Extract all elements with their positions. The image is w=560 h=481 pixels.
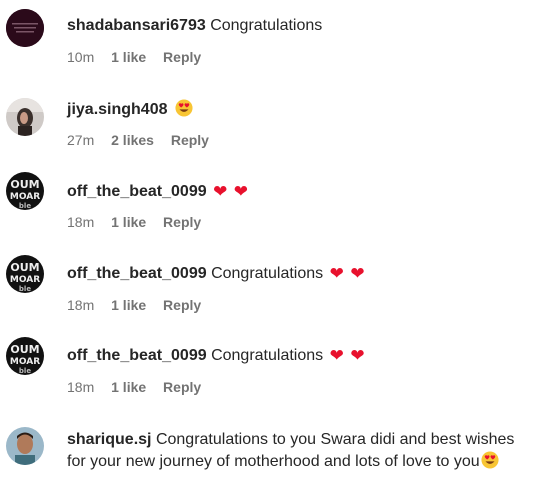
svg-text:MOAR: MOAR [10, 275, 40, 285]
comment-time: 10m [67, 49, 95, 65]
comment-username[interactable]: off_the_beat_0099 [67, 347, 207, 364]
avatar[interactable]: OUM MOAR ble [6, 337, 44, 375]
svg-text:MOAR: MOAR [10, 192, 40, 202]
comment-meta: 18m 1 like Reply [67, 379, 214, 395]
heart-eyes-emoji-icon [175, 99, 193, 117]
avatar[interactable] [6, 9, 44, 47]
avatar[interactable] [6, 98, 44, 136]
comment-time: 18m [67, 214, 95, 230]
comment-likes[interactable]: 1 like [111, 297, 146, 313]
avatar[interactable] [6, 427, 44, 465]
avatar[interactable]: OUM MOAR ble [6, 255, 44, 293]
comment-username[interactable]: jiya.singh408 [67, 101, 168, 118]
svg-text:ble: ble [19, 202, 31, 210]
comment-username[interactable]: sharique.sj [67, 431, 151, 448]
reply-button[interactable]: Reply [163, 214, 201, 230]
svg-text:ble: ble [19, 285, 31, 293]
comment-body: jiya.singh408 [67, 99, 193, 121]
comment-username[interactable]: off_the_beat_0099 [67, 183, 207, 200]
bw-logo-avatar-icon: OUM MOAR ble [6, 337, 44, 375]
reply-button[interactable]: Reply [163, 379, 201, 395]
comment-text: Congratulations [210, 17, 323, 34]
comment-text: Congratulations [211, 347, 324, 364]
red-heart-icon: ❤ [213, 182, 228, 201]
comment-meta: 18m 1 like Reply [67, 297, 214, 313]
svg-text:OUM: OUM [10, 343, 39, 356]
reply-button[interactable]: Reply [163, 297, 201, 313]
red-heart-icon: ❤ [329, 264, 344, 283]
comment-likes[interactable]: 2 likes [111, 132, 154, 148]
comment-body: off_the_beat_0099 Congratulations ❤ ❤ [67, 263, 365, 285]
comment-text-line-2: for your new journey of motherhood and l… [67, 453, 480, 470]
svg-text:MOAR: MOAR [10, 357, 40, 367]
comment-text-line-1: Congratulations to you Swara didi and be… [155, 431, 515, 448]
photo-avatar-icon [6, 427, 44, 465]
comment-likes[interactable]: 1 like [111, 49, 146, 65]
svg-text:ble: ble [19, 367, 31, 375]
heart-eyes-emoji-icon [481, 451, 499, 469]
comment-username[interactable]: shadabansari6793 [67, 17, 206, 34]
comment-likes[interactable]: 1 like [111, 214, 146, 230]
comment-meta: 10m 1 like Reply [67, 49, 214, 65]
svg-text:OUM: OUM [10, 261, 39, 274]
comment-text: Congratulations [211, 265, 324, 282]
comment-time: 27m [67, 132, 95, 148]
reply-button[interactable]: Reply [163, 49, 201, 65]
bw-logo-avatar-icon: OUM MOAR ble [6, 255, 44, 293]
comment-meta: 27m 2 likes Reply [67, 132, 222, 148]
avatar[interactable]: OUM MOAR ble [6, 172, 44, 210]
comment-body: off_the_beat_0099 Congratulations ❤ ❤ [67, 345, 365, 367]
dark-text-avatar-icon [6, 9, 44, 47]
comment-likes[interactable]: 1 like [111, 379, 146, 395]
bw-logo-avatar-icon: OUM MOAR ble [6, 172, 44, 210]
reply-button[interactable]: Reply [171, 132, 209, 148]
red-heart-icon: ❤ [329, 346, 344, 365]
comment-meta: 18m 1 like Reply [67, 214, 214, 230]
comment-body: shadabansari6793 Congratulations [67, 15, 322, 37]
comment-time: 18m [67, 379, 95, 395]
comment-username[interactable]: off_the_beat_0099 [67, 265, 207, 282]
photo-avatar-icon [6, 98, 44, 136]
comment-body: off_the_beat_0099 ❤ ❤ [67, 181, 248, 203]
comment-time: 18m [67, 297, 95, 313]
red-heart-icon: ❤ [350, 264, 365, 283]
comment-body: sharique.sj Congratulations to you Swara… [67, 429, 514, 473]
svg-text:OUM: OUM [10, 178, 39, 191]
red-heart-icon: ❤ [350, 346, 365, 365]
red-heart-icon: ❤ [233, 182, 249, 201]
